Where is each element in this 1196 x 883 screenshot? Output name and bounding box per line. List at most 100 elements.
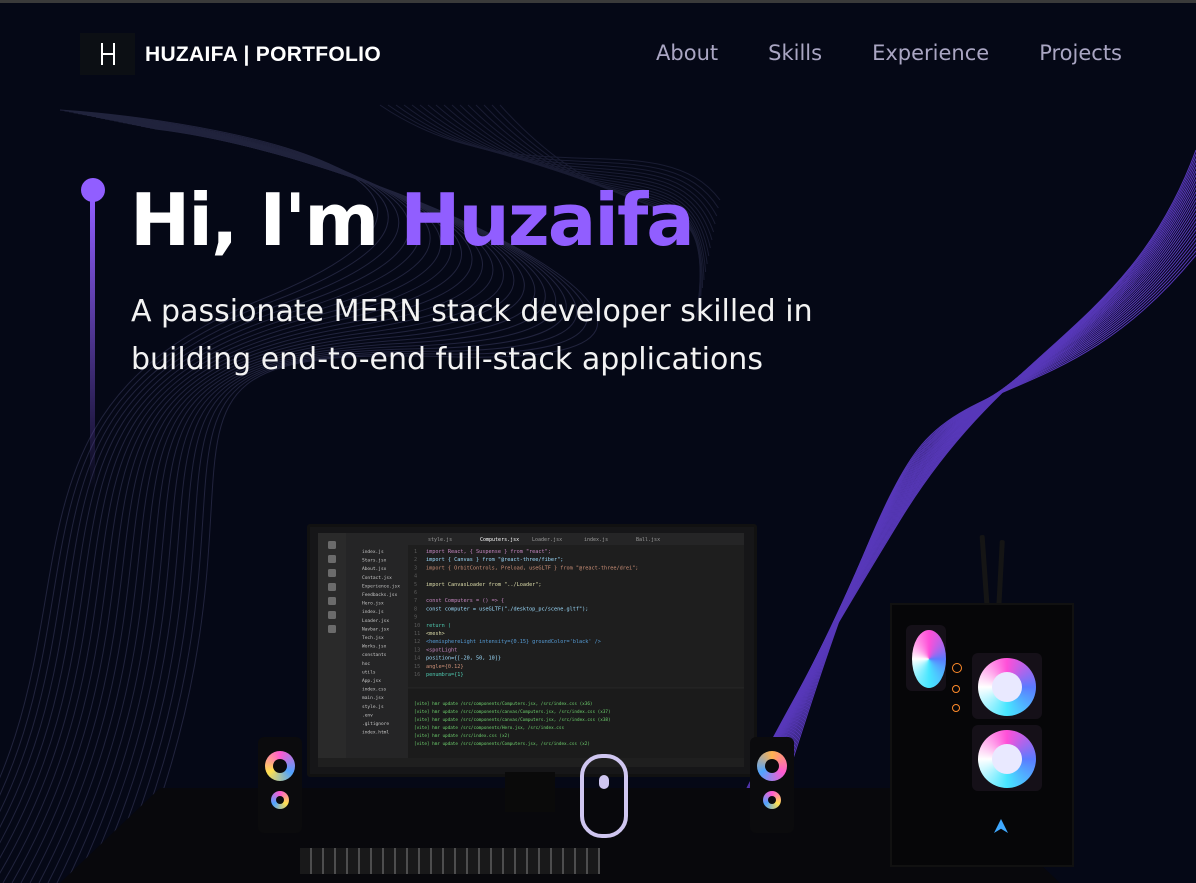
editor-file-item: index.js	[362, 549, 384, 555]
right-speaker	[750, 737, 794, 833]
editor-line-number: 11	[414, 631, 420, 637]
nav-link-projects[interactable]: Projects	[1039, 41, 1122, 65]
terminal-line: [vite] hmr update /src/components/canvas…	[414, 709, 611, 715]
monitor-stand	[505, 772, 555, 812]
editor-file-item: Works.jsx	[362, 644, 387, 650]
editor-file-item: About.jsx	[362, 566, 387, 572]
editor-file-item: index.html	[362, 730, 389, 736]
pc-fan-side	[906, 625, 946, 691]
editor-code-line: import React, { Suspense } from "react";	[426, 549, 551, 555]
timeline-line	[90, 198, 95, 488]
editor-file-item: index.js	[362, 609, 384, 615]
antenna-right	[996, 539, 1005, 611]
editor-code-line: const computer = useGLTF("./desktop_pc/s…	[426, 606, 588, 612]
editor-file-item: constants	[362, 652, 387, 658]
editor-line-number: 2	[414, 557, 417, 563]
left-speaker	[258, 737, 302, 833]
editor-code-line: <hemisphereLight intensity={0.15} ground…	[426, 639, 601, 645]
hero-name: Huzaifa	[400, 178, 695, 262]
hero-subtitle-line2: building end-to-end full-stack applicati…	[131, 342, 763, 377]
editor-file-item: Tech.jsx	[362, 635, 384, 641]
editor-file-item: index.css	[362, 687, 387, 693]
editor-file-item: Loader.jsx	[362, 618, 389, 624]
editor-code-line: <spotLight	[426, 647, 457, 653]
editor-file-item: Feedbacks.jsx	[362, 592, 398, 598]
editor-line-number: 1	[414, 549, 417, 555]
editor-file-item: Navbar.jsx	[362, 626, 389, 632]
editor-activity-icon	[328, 555, 336, 563]
editor-file-item: Stars.jsx	[362, 558, 387, 564]
editor-line-number: 5	[414, 582, 417, 588]
editor-code-line: penumbra={1}	[426, 672, 463, 678]
editor-code-line: position={[-20, 50, 10]}	[426, 656, 501, 662]
editor-line-number: 10	[414, 623, 420, 629]
terminal-line: [vite] hmr update /src/components/canvas…	[414, 717, 611, 723]
editor-code-line: import { Canvas } from "@react-three/fib…	[426, 557, 563, 563]
antenna-left	[979, 534, 990, 606]
editor-file-item: utils	[362, 669, 376, 675]
pc-tower	[890, 603, 1074, 867]
hero-greeting: Hi, I'm	[130, 178, 379, 262]
hero-title: Hi, I'm Huzaifa	[130, 176, 695, 264]
nav-links: About Skills Experience Projects	[656, 41, 1122, 65]
logo-h-icon	[98, 43, 118, 65]
brand-title[interactable]: HUZAIFA | PORTFOLIO	[145, 43, 381, 67]
monitor: style.js Computers.jsx Loader.jsx index.js B…	[307, 524, 757, 777]
mouse	[580, 754, 628, 838]
editor-line-number: 13	[414, 647, 420, 653]
editor-file-item: Contact.jsx	[362, 575, 392, 581]
terminal-line: [vite] hmr update /src/index.css (x2)	[414, 733, 510, 739]
editor-code-line: return (	[426, 623, 451, 629]
editor-line-number: 14	[414, 656, 420, 662]
pc-fan-bottom	[972, 725, 1042, 791]
editor-activity-icon	[328, 625, 336, 633]
editor-activity-icon	[328, 583, 336, 591]
editor-activity-icon	[328, 541, 336, 549]
editor-line-number: 7	[414, 598, 417, 604]
editor-tab: index.js	[584, 537, 608, 543]
editor-code-line: angle={0.12}	[426, 664, 463, 670]
nav-link-skills[interactable]: Skills	[768, 41, 822, 65]
editor-tab: Loader.jsx	[532, 537, 562, 543]
editor-line-number: 16	[414, 672, 420, 678]
editor-line-number: 3	[414, 565, 417, 571]
hero-subtitle-line1: A passionate MERN stack developer skille…	[131, 294, 813, 329]
navbar: HUZAIFA | PORTFOLIO About Skills Experie…	[0, 3, 1196, 103]
editor-code-line: <mesh>	[426, 631, 445, 637]
editor-line-number: 6	[414, 590, 417, 596]
editor-file-item: .gitignore	[362, 721, 389, 727]
logo[interactable]	[80, 33, 135, 75]
editor-file-item: Hero.jsx	[362, 601, 384, 607]
editor-line-number: 15	[414, 664, 420, 670]
hero-subtitle: A passionate MERN stack developer skille…	[131, 288, 931, 384]
nav-link-about[interactable]: About	[656, 41, 718, 65]
editor-line-number: 12	[414, 639, 420, 645]
editor-line-number: 9	[414, 615, 417, 621]
terminal-line: [vite] hmr update /src/components/Comput…	[414, 741, 590, 747]
editor-activity-icon	[328, 569, 336, 577]
editor-file-item: Experience.jsx	[362, 583, 400, 589]
editor-line-number: 4	[414, 574, 417, 580]
editor-activity-icon	[328, 611, 336, 619]
editor-file-item: style.js	[362, 704, 384, 710]
editor-line-number: 8	[414, 606, 417, 612]
nav-link-experience[interactable]: Experience	[872, 41, 989, 65]
editor-tab: style.js	[428, 537, 452, 543]
editor-code-line: const Computers = () => {	[426, 598, 504, 604]
editor-activity-icon	[328, 597, 336, 605]
editor-tab: Ball.jsx	[636, 537, 660, 543]
editor-code-line: import CanvasLoader from "../Loader";	[426, 582, 542, 588]
terminal-line: [vite] hmr update /src/components/Comput…	[414, 701, 593, 707]
editor-file-item: main.jsx	[362, 695, 384, 701]
pc-fan-top	[972, 653, 1042, 719]
editor-tab: Computers.jsx	[480, 537, 519, 543]
editor-file-item: hoc	[362, 661, 370, 667]
editor-file-item: App.jsx	[362, 678, 381, 684]
keyboard	[300, 848, 600, 874]
editor-file-item: .env	[362, 713, 373, 718]
terminal-line: [vite] hmr update /src/components/Hero.j…	[414, 725, 564, 731]
computer-3d-scene[interactable]: style.js Computers.jsx Loader.jsx index.js B…	[0, 500, 1196, 883]
editor-code-line: import { OrbitControls, Preload, useGLTF…	[426, 565, 638, 571]
aorus-logo-icon	[994, 819, 1008, 833]
code-editor-screen: style.js Computers.jsx Loader.jsx index.js B…	[318, 533, 744, 767]
